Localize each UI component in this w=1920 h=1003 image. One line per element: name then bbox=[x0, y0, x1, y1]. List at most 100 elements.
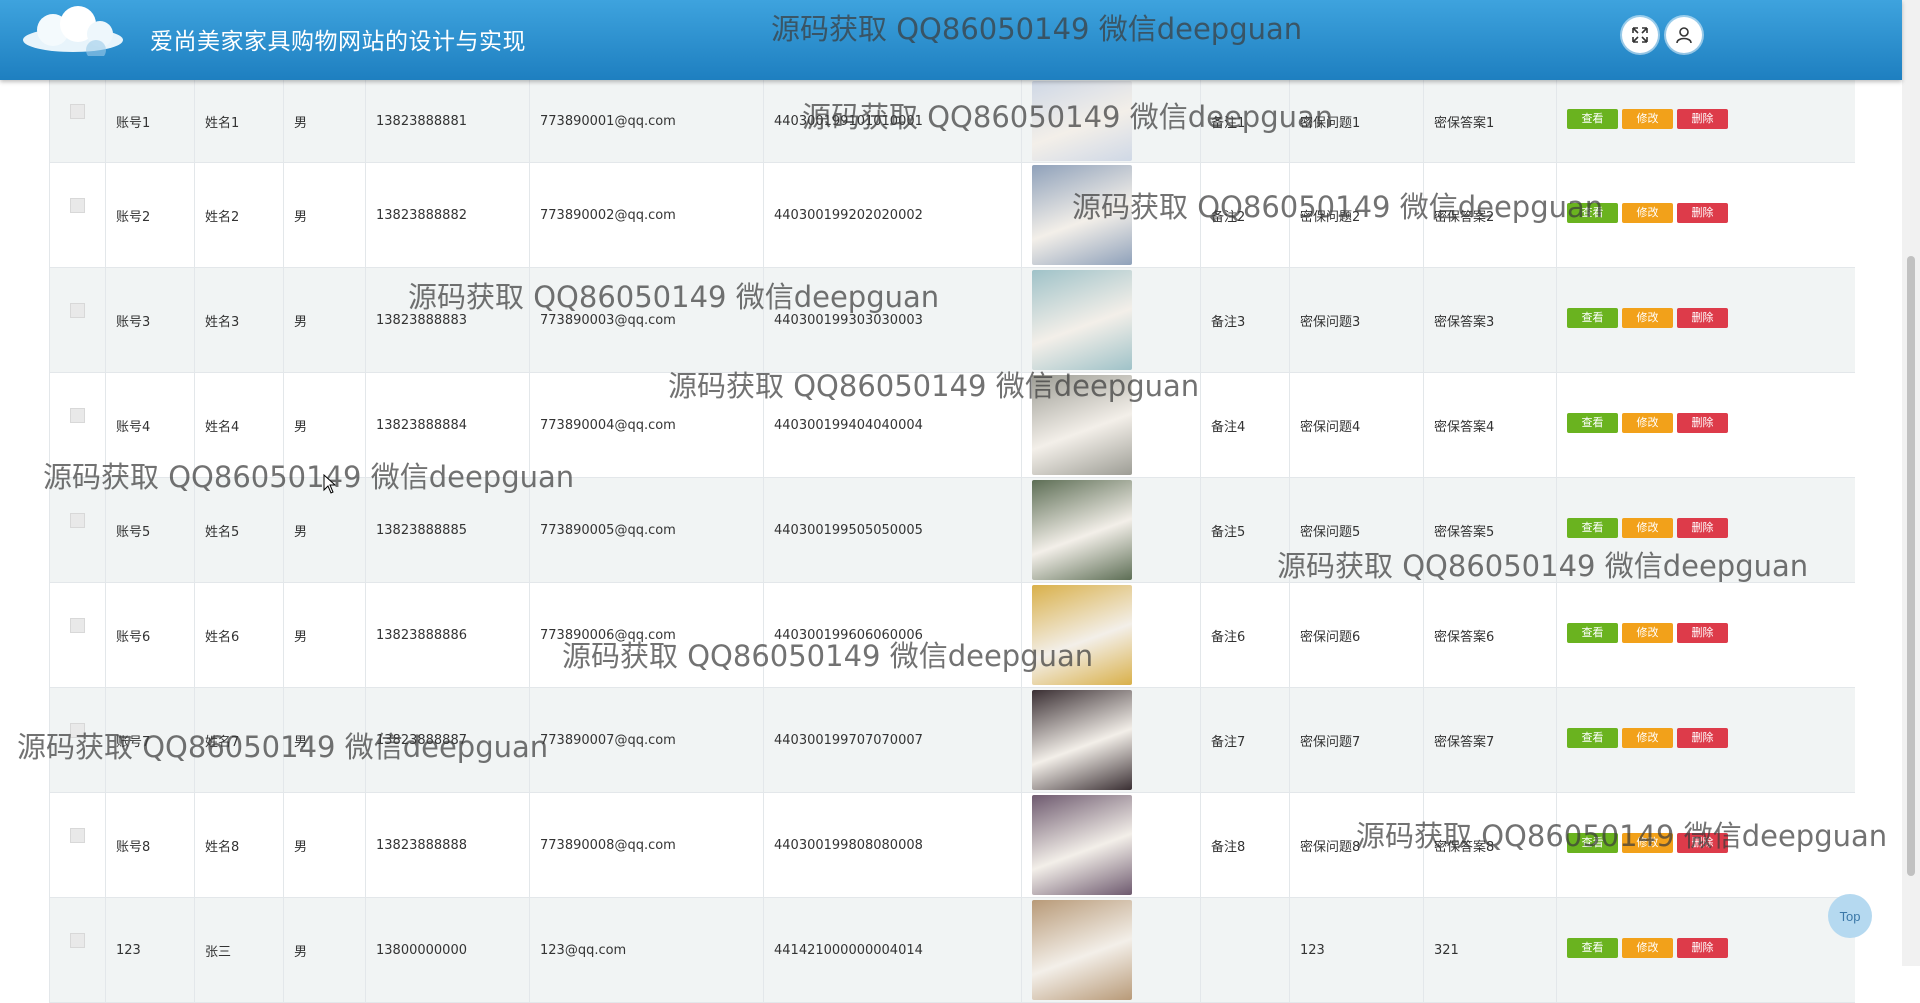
mouse-cursor-icon bbox=[323, 474, 337, 494]
view-button[interactable]: 查看 bbox=[1567, 109, 1618, 129]
delete-button[interactable]: 删除 bbox=[1677, 623, 1728, 643]
cell-name: 姓名4 bbox=[194, 372, 284, 478]
cell-account: 账号6 bbox=[105, 582, 195, 688]
view-button[interactable]: 查看 bbox=[1567, 833, 1618, 853]
table-row: 账号5 姓名5 男 13823888885 773890005@qq.com 440300… bbox=[49, 477, 1855, 583]
cell-gender: 男 bbox=[283, 162, 366, 268]
row-checkbox-cell[interactable] bbox=[49, 477, 106, 583]
delete-button[interactable]: 删除 bbox=[1677, 109, 1728, 129]
edit-button[interactable]: 修改 bbox=[1622, 308, 1673, 328]
row-checkbox[interactable] bbox=[70, 512, 85, 528]
cell-remark bbox=[1200, 897, 1290, 1003]
row-checkbox[interactable] bbox=[70, 722, 85, 738]
vertical-scrollbar[interactable] bbox=[1902, 0, 1920, 966]
cell-name: 姓名7 bbox=[194, 687, 284, 793]
user-button[interactable] bbox=[1666, 17, 1702, 53]
cell-question: 密保问题6 bbox=[1289, 582, 1424, 688]
row-checkbox-cell[interactable] bbox=[49, 792, 106, 898]
cell-question: 密保问题3 bbox=[1289, 267, 1424, 373]
edit-button[interactable]: 修改 bbox=[1622, 518, 1673, 538]
cell-actions: 查看 修改 删除 bbox=[1556, 687, 1855, 793]
user-photo bbox=[1032, 165, 1132, 265]
table-row: 账号7 姓名7 男 13823888887 773890007@qq.com 440300… bbox=[49, 687, 1855, 793]
row-checkbox-cell[interactable] bbox=[49, 162, 106, 268]
cell-name: 姓名1 bbox=[194, 80, 284, 163]
row-checkbox[interactable] bbox=[70, 407, 85, 423]
table-row: 账号3 姓名3 男 13823888883 773890003@qq.com 440300… bbox=[49, 267, 1855, 373]
row-checkbox-cell[interactable] bbox=[49, 267, 106, 373]
scrollbar-thumb[interactable] bbox=[1907, 256, 1915, 876]
back-to-top-button[interactable]: Top bbox=[1828, 894, 1872, 938]
cell-answer: 密保答案5 bbox=[1423, 477, 1557, 583]
cell-question: 123 bbox=[1289, 897, 1424, 1003]
row-checkbox-cell[interactable] bbox=[49, 372, 106, 478]
cell-account: 账号4 bbox=[105, 372, 195, 478]
view-button[interactable]: 查看 bbox=[1567, 728, 1618, 748]
view-button[interactable]: 查看 bbox=[1567, 203, 1618, 223]
cell-email: 123@qq.com bbox=[529, 897, 764, 1003]
fullscreen-button[interactable] bbox=[1622, 17, 1658, 53]
cell-id_card: 440300199505050005 bbox=[763, 477, 1022, 583]
cell-remark: 备注7 bbox=[1200, 687, 1290, 793]
cloud-logo-icon bbox=[23, 6, 123, 56]
cell-id_card: 440300199303030003 bbox=[763, 267, 1022, 373]
edit-button[interactable]: 修改 bbox=[1622, 833, 1673, 853]
row-checkbox-cell[interactable] bbox=[49, 897, 106, 1003]
edit-button[interactable]: 修改 bbox=[1622, 728, 1673, 748]
cell-gender: 男 bbox=[283, 372, 366, 478]
cell-answer: 密保答案3 bbox=[1423, 267, 1557, 373]
cell-gender: 男 bbox=[283, 792, 366, 898]
cell-actions: 查看 修改 删除 bbox=[1556, 267, 1855, 373]
edit-button[interactable]: 修改 bbox=[1622, 623, 1673, 643]
cell-name: 姓名3 bbox=[194, 267, 284, 373]
cell-answer: 密保答案6 bbox=[1423, 582, 1557, 688]
cell-name: 姓名8 bbox=[194, 792, 284, 898]
cell-gender: 男 bbox=[283, 267, 366, 373]
table-row: 账号1 姓名1 男 13823888881 773890001@qq.com 440300… bbox=[49, 80, 1855, 163]
cell-name: 姓名5 bbox=[194, 477, 284, 583]
row-checkbox[interactable] bbox=[70, 197, 85, 213]
delete-button[interactable]: 删除 bbox=[1677, 938, 1728, 958]
cell-remark: 备注1 bbox=[1200, 80, 1290, 163]
view-button[interactable]: 查看 bbox=[1567, 308, 1618, 328]
row-checkbox-cell[interactable] bbox=[49, 80, 106, 163]
view-button[interactable]: 查看 bbox=[1567, 623, 1618, 643]
edit-button[interactable]: 修改 bbox=[1622, 413, 1673, 433]
delete-button[interactable]: 删除 bbox=[1677, 308, 1728, 328]
cell-question: 密保问题2 bbox=[1289, 162, 1424, 268]
user-photo bbox=[1032, 690, 1132, 790]
delete-button[interactable]: 删除 bbox=[1677, 518, 1728, 538]
cell-phone: 13823888887 bbox=[365, 687, 530, 793]
cell-phone: 13823888885 bbox=[365, 477, 530, 583]
cell-id_card: 441421000000004014 bbox=[763, 897, 1022, 1003]
delete-button[interactable]: 删除 bbox=[1677, 203, 1728, 223]
row-checkbox-cell[interactable] bbox=[49, 687, 106, 793]
cell-phone: 13823888886 bbox=[365, 582, 530, 688]
cell-account: 账号1 bbox=[105, 80, 195, 163]
delete-button[interactable]: 删除 bbox=[1677, 728, 1728, 748]
cell-photo bbox=[1021, 477, 1201, 583]
row-checkbox[interactable] bbox=[70, 827, 85, 843]
cell-actions: 查看 修改 删除 bbox=[1556, 477, 1855, 583]
user-photo bbox=[1032, 270, 1132, 370]
edit-button[interactable]: 修改 bbox=[1622, 203, 1673, 223]
user-photo bbox=[1032, 585, 1132, 685]
view-button[interactable]: 查看 bbox=[1567, 938, 1618, 958]
delete-button[interactable]: 删除 bbox=[1677, 833, 1728, 853]
cell-phone: 13823888881 bbox=[365, 80, 530, 163]
cell-remark: 备注5 bbox=[1200, 477, 1290, 583]
view-button[interactable]: 查看 bbox=[1567, 413, 1618, 433]
cell-id_card: 440300199606060006 bbox=[763, 582, 1022, 688]
delete-button[interactable]: 删除 bbox=[1677, 413, 1728, 433]
row-checkbox[interactable] bbox=[70, 103, 85, 119]
row-checkbox[interactable] bbox=[70, 302, 85, 318]
row-checkbox[interactable] bbox=[70, 617, 85, 633]
row-checkbox[interactable] bbox=[70, 932, 85, 948]
cell-photo bbox=[1021, 162, 1201, 268]
cell-gender: 男 bbox=[283, 897, 366, 1003]
cell-email: 773890001@qq.com bbox=[529, 80, 764, 163]
edit-button[interactable]: 修改 bbox=[1622, 938, 1673, 958]
view-button[interactable]: 查看 bbox=[1567, 518, 1618, 538]
row-checkbox-cell[interactable] bbox=[49, 582, 106, 688]
edit-button[interactable]: 修改 bbox=[1622, 109, 1673, 129]
